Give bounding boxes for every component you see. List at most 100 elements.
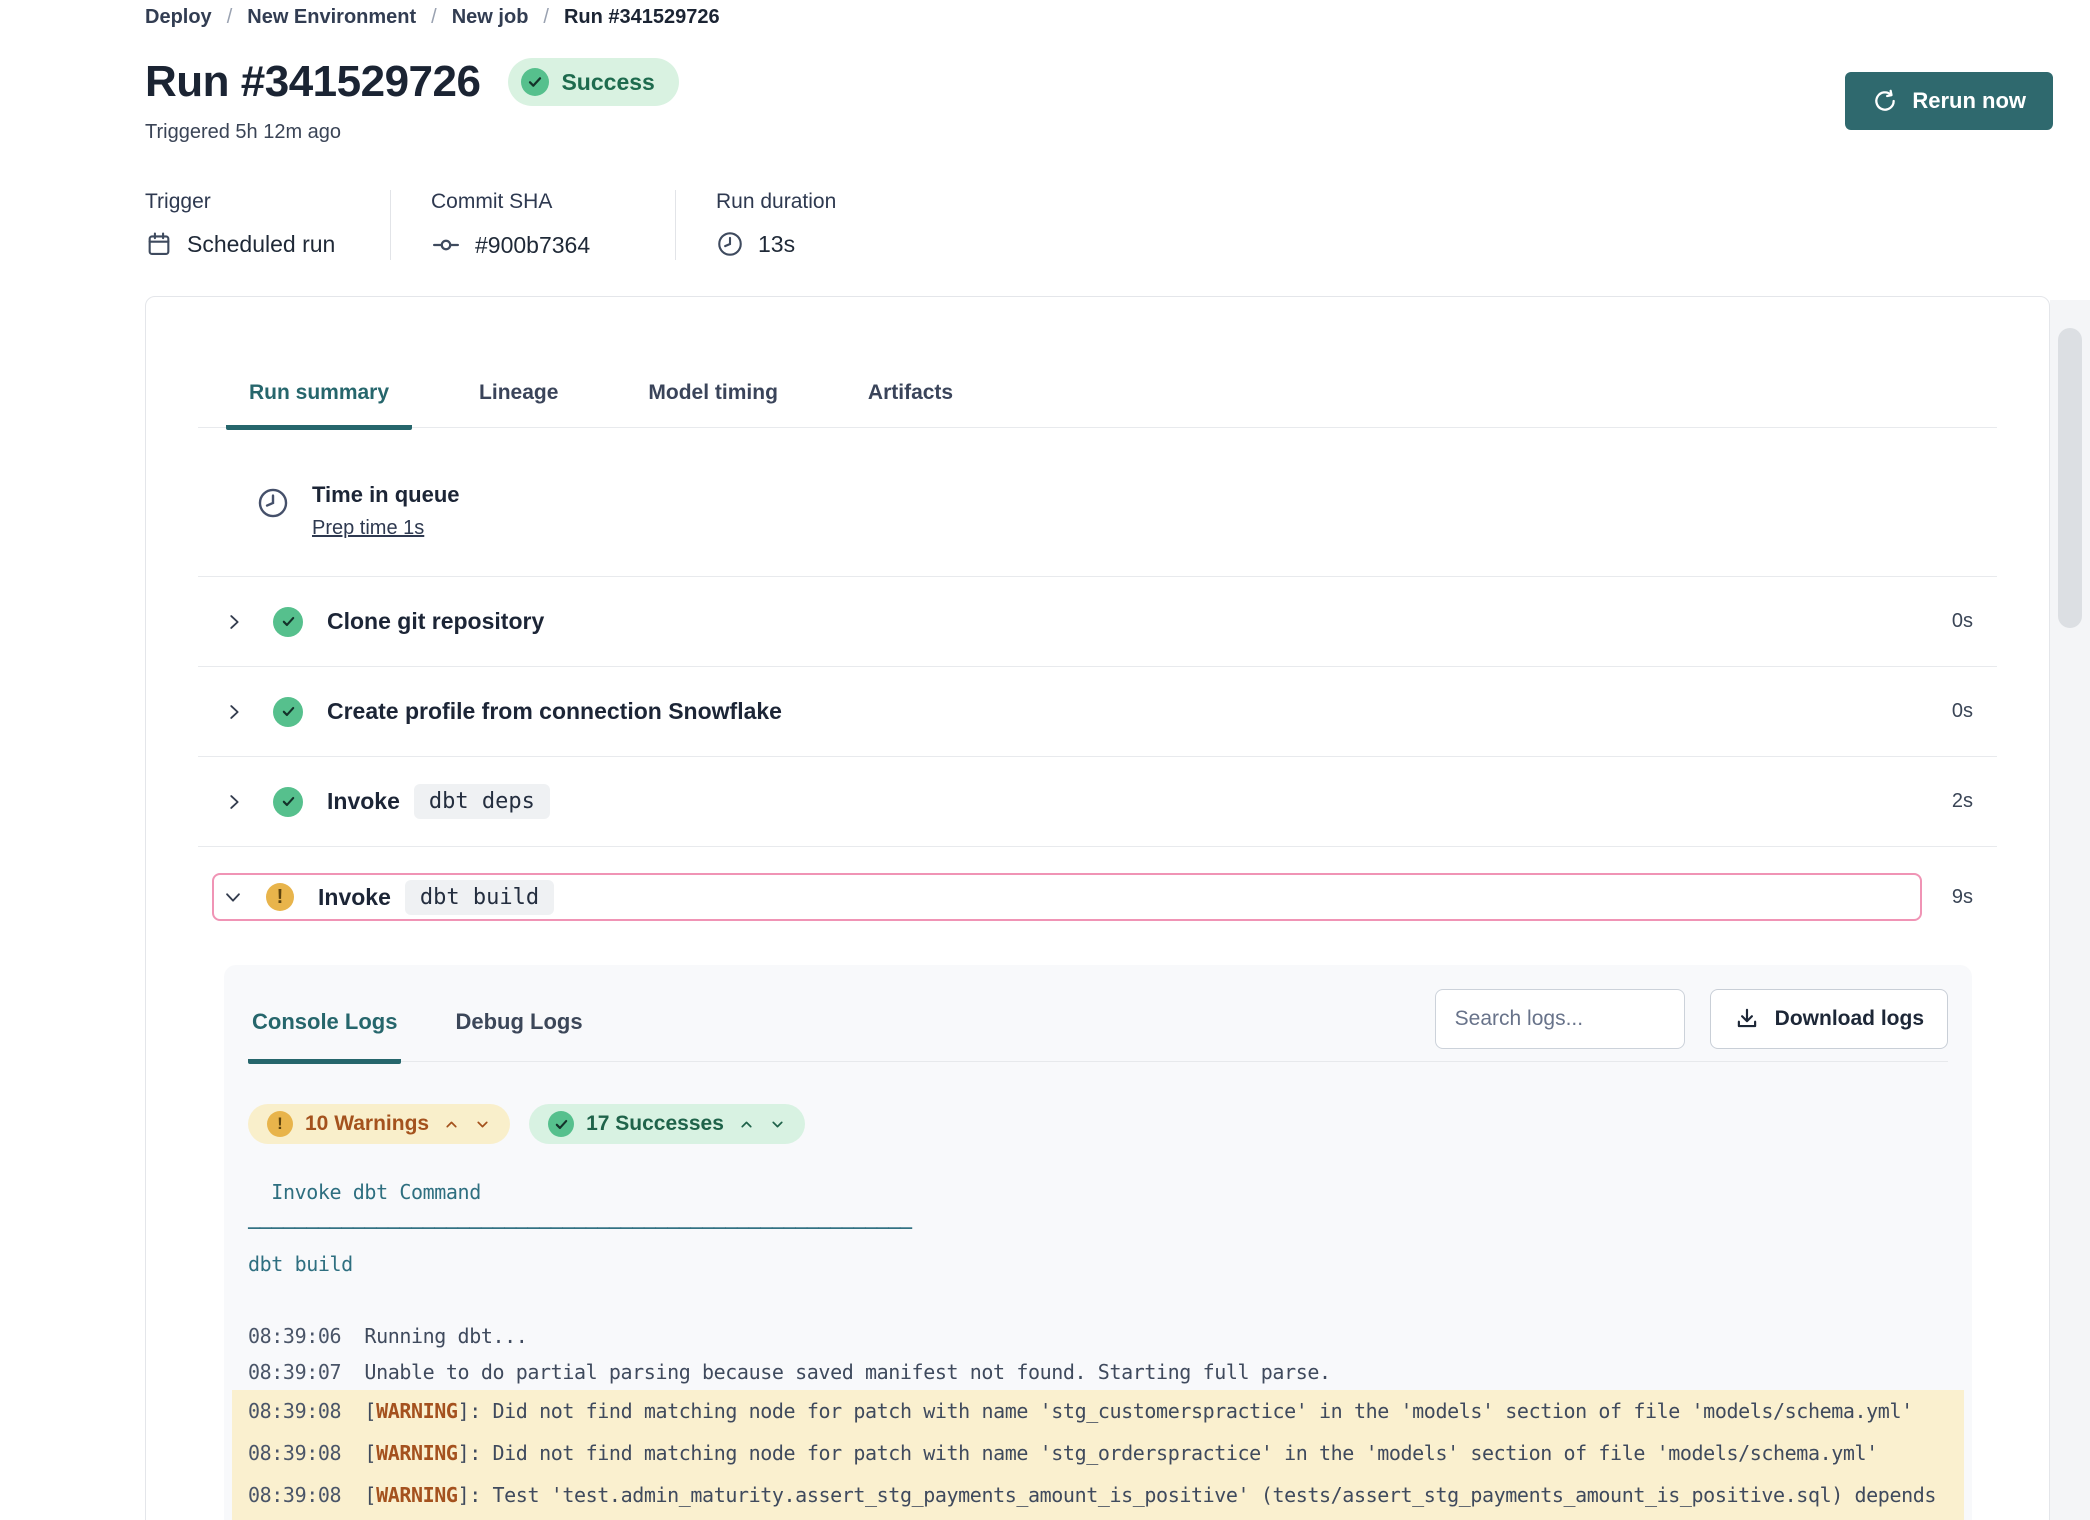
- badge-label: 10 Warnings: [305, 1112, 429, 1136]
- badge-label: 17 Successes: [586, 1112, 724, 1136]
- step-label: Create profile from connection Snowflake: [327, 698, 782, 725]
- log-warning-line: 08:39:08 [WARNING]: Did not find matchin…: [232, 1432, 1964, 1474]
- tab-console-logs[interactable]: Console Logs: [248, 965, 401, 1064]
- log-timestamp: 08:39:07: [248, 1360, 364, 1384]
- search-logs-input[interactable]: [1435, 989, 1685, 1049]
- chevron-down-icon: [222, 886, 244, 908]
- meta-value-text: 13s: [758, 231, 795, 258]
- log-summary-badges: ! 10 Warnings 17 Successes: [248, 1104, 1948, 1144]
- log-timestamp: 08:39:08: [248, 1483, 364, 1507]
- success-check-icon: [273, 607, 303, 637]
- download-logs-button[interactable]: Download logs: [1710, 989, 1948, 1049]
- meta-value-text: Scheduled run: [187, 231, 335, 258]
- console-log-output: Invoke dbt Command──────────────────────…: [248, 1174, 1948, 1520]
- step-duration: 9s: [1952, 886, 1973, 909]
- breadcrumb-link[interactable]: Deploy: [145, 6, 212, 29]
- status-label: Success: [561, 69, 654, 96]
- log-command-line: dbt build: [248, 1246, 1948, 1282]
- breadcrumb-current: Run #341529726: [564, 6, 720, 29]
- log-line: 08:39:07 Unable to do partial parsing be…: [248, 1354, 1948, 1390]
- status-badge: Success: [508, 58, 678, 106]
- header-title-row: Run #341529726 Success: [145, 57, 2090, 107]
- rerun-now-label: Rerun now: [1912, 88, 2026, 114]
- console-header: Console Logs Debug Logs Download logs: [248, 965, 1948, 1062]
- step-command-chip: dbt build: [405, 880, 554, 915]
- success-check-icon: [273, 697, 303, 727]
- step-highlight-box[interactable]: ! Invoke dbt build: [212, 873, 1922, 921]
- meta-label: Trigger: [145, 190, 390, 214]
- breadcrumb-separator: /: [227, 6, 233, 29]
- page-title: Run #341529726: [145, 57, 480, 107]
- run-summary-card: Run summaryLineageModel timingArtifacts …: [145, 296, 2050, 1520]
- tab-model-timing[interactable]: Model timing: [625, 381, 801, 430]
- clock-icon: [716, 230, 744, 258]
- chevron-right-icon: [223, 791, 245, 813]
- clock-icon: [256, 482, 290, 540]
- step-label: Invoke: [318, 884, 391, 911]
- meta-value: Scheduled run: [145, 230, 390, 258]
- scrollbar-thumb[interactable]: [2058, 328, 2082, 628]
- rerun-now-button[interactable]: Rerun now: [1845, 72, 2053, 130]
- log-command-line: ────────────────────────────────────────…: [248, 1210, 1948, 1246]
- step-duration: 2s: [1952, 790, 1973, 813]
- chevron-right-icon: [223, 701, 245, 723]
- breadcrumb-separator: /: [431, 6, 437, 29]
- warning-icon: !: [266, 883, 294, 911]
- console-panel: Console Logs Debug Logs Download logs ! 10…: [224, 965, 1972, 1520]
- log-timestamp: 08:39:08: [248, 1441, 364, 1465]
- breadcrumb-link[interactable]: New job: [452, 6, 529, 29]
- meta-value: 13s: [716, 230, 836, 258]
- meta-column: Commit SHA #900b7364: [391, 190, 676, 260]
- log-warning-line: 08:39:08 [WARNING]: Test 'test.admin_mat…: [232, 1474, 1964, 1520]
- calendar-icon: [145, 230, 173, 258]
- scrollbar-track[interactable]: [2050, 300, 2090, 1520]
- download-icon: [1734, 1006, 1760, 1032]
- triggered-timestamp: Triggered 5h 12m ago: [145, 121, 2090, 144]
- tab-run-summary[interactable]: Run summary: [226, 381, 412, 430]
- step-row[interactable]: Invoke dbt deps 2s: [198, 757, 1997, 847]
- success-check-icon: [273, 787, 303, 817]
- warning-icon: !: [267, 1111, 293, 1137]
- tab-debug-logs[interactable]: Debug Logs: [451, 965, 586, 1064]
- step-row[interactable]: Create profile from connection Snowflake…: [198, 667, 1997, 757]
- meta-value-text: #900b7364: [475, 232, 590, 259]
- caret-up-icon[interactable]: [443, 1116, 460, 1133]
- meta-column: Trigger Scheduled run: [145, 190, 391, 260]
- step-command-chip: dbt deps: [414, 784, 550, 819]
- warning-tag: WARNING: [376, 1441, 458, 1465]
- step-label: Invoke: [327, 788, 400, 815]
- prep-time-link[interactable]: Prep time 1s: [312, 517, 424, 540]
- tab-artifacts[interactable]: Artifacts: [845, 381, 976, 430]
- breadcrumb: Deploy/New Environment/New job/Run #3415…: [145, 0, 2090, 29]
- warning-tag: WARNING: [376, 1483, 458, 1507]
- breadcrumb-link[interactable]: New Environment: [247, 6, 416, 29]
- warnings-badge[interactable]: ! 10 Warnings: [248, 1104, 510, 1144]
- commit-icon: [431, 230, 461, 260]
- log-timestamp: 08:39:06: [248, 1324, 364, 1348]
- log-tabs: Console Logs Debug Logs: [248, 965, 587, 1061]
- run-meta-row: Trigger Scheduled run Commit SHA #900b7364 R…: [145, 190, 2090, 260]
- step-list: Clone git repository 0s Create profile fro…: [198, 577, 1997, 965]
- console-controls: Download logs: [1435, 989, 1948, 1049]
- time-in-queue-section: Time in queue Prep time 1s: [198, 428, 1997, 577]
- download-logs-label: Download logs: [1775, 1007, 1924, 1031]
- caret-down-icon[interactable]: [769, 1116, 786, 1133]
- meta-label: Commit SHA: [431, 190, 675, 214]
- meta-column: Run duration 13s: [676, 190, 836, 260]
- log-warning-line: 08:39:08 [WARNING]: Did not find matchin…: [232, 1390, 1964, 1432]
- step-row[interactable]: Clone git repository 0s: [198, 577, 1997, 667]
- tab-lineage[interactable]: Lineage: [456, 381, 581, 430]
- log-command-line: Invoke dbt Command: [248, 1174, 1948, 1210]
- chevron-right-icon: [223, 611, 245, 633]
- caret-down-icon[interactable]: [474, 1116, 491, 1133]
- main-tabs: Run summary Lineage Model timing Artifacts: [198, 381, 1997, 428]
- check-icon: [548, 1111, 574, 1137]
- caret-up-icon[interactable]: [738, 1116, 755, 1133]
- check-icon: [521, 68, 549, 96]
- run-detail-page: Deploy/New Environment/New job/Run #3415…: [0, 0, 2090, 1520]
- meta-label: Run duration: [716, 190, 836, 214]
- step-duration: 0s: [1952, 610, 1973, 633]
- successes-badge[interactable]: 17 Successes: [529, 1104, 805, 1144]
- step-row: ! Invoke dbt build 9s: [198, 847, 1997, 965]
- step-label: Clone git repository: [327, 608, 544, 635]
